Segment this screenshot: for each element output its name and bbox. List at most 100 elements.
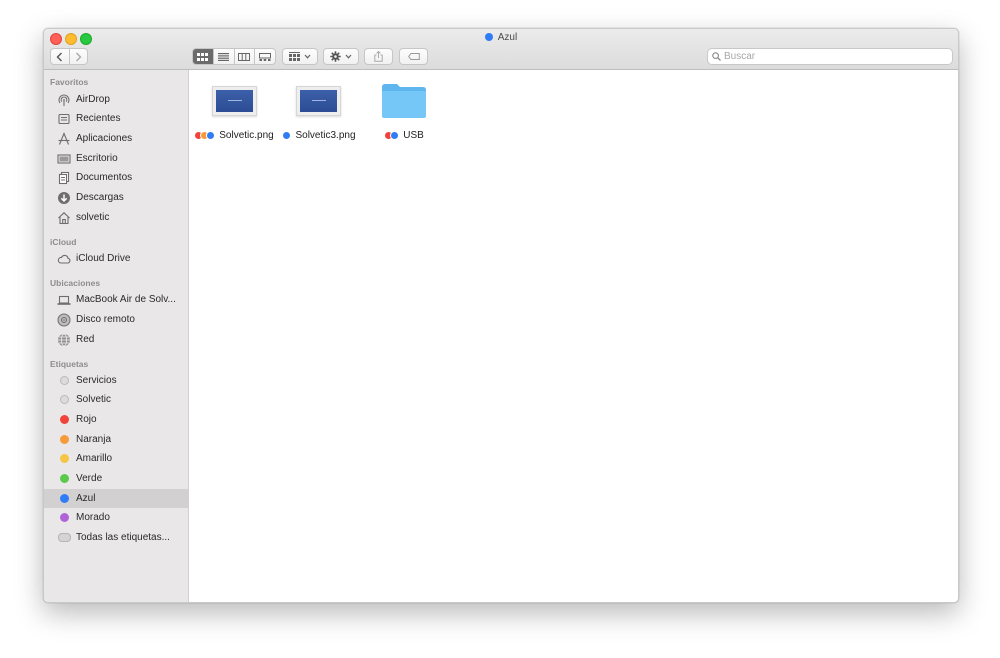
- title-bar: Azul: [44, 29, 958, 70]
- window-title-text: Azul: [497, 32, 518, 43]
- sidebar-item-recents[interactable]: Recientes: [44, 109, 189, 128]
- file-tags: [194, 131, 216, 140]
- sidebar-item-label: Azul: [76, 493, 96, 504]
- sidebar-tag-morado[interactable]: Morado: [44, 508, 189, 527]
- image-thumbnail: [212, 86, 257, 116]
- file-label: USB: [359, 130, 449, 141]
- sidebar-tag-solvetic[interactable]: Solvetic: [44, 390, 189, 409]
- sidebar-item-documents[interactable]: Documentos: [44, 168, 189, 187]
- downloads-icon: [57, 191, 71, 205]
- file-tags: [384, 131, 400, 140]
- sidebar-item-label: Recientes: [76, 113, 121, 124]
- sidebar-item-label: solvetic: [76, 212, 110, 223]
- sidebar-item-applications[interactable]: Aplicaciones: [44, 129, 189, 148]
- documents-icon: [57, 171, 71, 185]
- sidebar-item-icloud-drive[interactable]: iCloud Drive: [44, 249, 189, 268]
- sidebar-item-label: Amarillo: [76, 453, 113, 464]
- sidebar-item-label: Naranja: [76, 434, 112, 445]
- cloud-icon: [57, 252, 71, 266]
- laptop-icon: [57, 293, 71, 307]
- icon-view-icon: [197, 52, 209, 61]
- file-name: USB: [403, 130, 424, 141]
- edit-tags-button[interactable]: [399, 48, 428, 65]
- sidebar-item-label: Descargas: [76, 192, 124, 203]
- sidebar-item-label: Servicios: [76, 375, 117, 386]
- sidebar-item-remote-disc[interactable]: Disco remoto: [44, 310, 189, 329]
- sidebar-item-label: iCloud Drive: [76, 253, 131, 264]
- back-button[interactable]: [51, 49, 70, 64]
- sidebar-tag-azul[interactable]: Azul: [44, 489, 189, 508]
- list-view-icon: [218, 52, 230, 61]
- sidebar-item-label: Red: [76, 334, 95, 345]
- sidebar-item-desktop[interactable]: Escritorio: [44, 149, 189, 168]
- group-grid-icon: [289, 52, 300, 61]
- file-label: Solvetic3.png: [274, 130, 364, 141]
- sidebar-tag-amarillo[interactable]: Amarillo: [44, 449, 189, 468]
- file-label: Solvetic.png: [189, 130, 279, 141]
- folder-icon: [382, 84, 426, 118]
- section-title-locations: Ubicaciones: [50, 278, 101, 288]
- chevron-left-icon: [56, 52, 63, 61]
- sidebar: Favoritos AirDrop Recientes Aplicaciones: [44, 70, 189, 602]
- column-view-button[interactable]: [235, 49, 256, 64]
- list-view-button[interactable]: [214, 49, 235, 64]
- icon-view-button[interactable]: [193, 49, 214, 64]
- sidebar-item-airdrop[interactable]: AirDrop: [44, 90, 189, 109]
- column-view-icon: [238, 52, 251, 61]
- file-browser: Solvetic.png Solvetic3.png USB: [189, 70, 958, 602]
- sidebar-item-label: Rojo: [76, 414, 97, 425]
- search-field[interactable]: [707, 48, 953, 65]
- tag-dot-icon: [59, 474, 69, 483]
- gallery-view-button[interactable]: [255, 49, 275, 64]
- sidebar-item-macbook[interactable]: MacBook Air de Solv...: [44, 290, 189, 309]
- section-title-tags: Etiquetas: [50, 359, 89, 369]
- forward-button[interactable]: [70, 49, 88, 64]
- gallery-view-icon: [259, 52, 272, 61]
- network-icon: [57, 333, 71, 347]
- sidebar-item-label: Disco remoto: [76, 314, 135, 325]
- group-by-button[interactable]: [282, 48, 318, 65]
- sidebar-tag-rojo[interactable]: Rojo: [44, 410, 189, 429]
- recents-icon: [57, 112, 71, 126]
- sidebar-tag-naranja[interactable]: Naranja: [44, 430, 189, 449]
- tag-dot-icon: [59, 395, 69, 404]
- section-title-favorites: Favoritos: [50, 77, 89, 87]
- chevron-down-icon: [345, 54, 352, 59]
- tag-dot-icon: [59, 454, 69, 463]
- sidebar-tag-all-tags[interactable]: Todas las etiquetas...: [44, 528, 189, 547]
- sidebar-tag-servicios[interactable]: Servicios: [44, 371, 189, 390]
- sidebar-item-label: Documentos: [76, 172, 133, 183]
- home-icon: [57, 211, 71, 225]
- all-tags-icon: [57, 533, 71, 542]
- search-icon: [712, 52, 721, 61]
- tag-dot-icon: [59, 494, 69, 503]
- tag-dot-icon: [59, 435, 69, 444]
- file-name: Solvetic.png: [219, 130, 274, 141]
- sidebar-item-label: Escritorio: [76, 153, 118, 164]
- applications-icon: [57, 131, 71, 146]
- sidebar-item-downloads[interactable]: Descargas: [44, 188, 189, 207]
- image-thumbnail: [296, 86, 341, 116]
- share-button[interactable]: [364, 48, 393, 65]
- sidebar-item-label: Morado: [76, 512, 110, 523]
- desktop-icon: [57, 152, 71, 166]
- tag-icon: [407, 53, 420, 60]
- tag-dot-icon: [59, 513, 69, 522]
- sidebar-item-home[interactable]: solvetic: [44, 208, 189, 227]
- airdrop-icon: [57, 93, 71, 107]
- view-mode-control: [192, 48, 276, 65]
- chevron-down-icon: [304, 54, 311, 59]
- sidebar-tag-verde[interactable]: Verde: [44, 469, 189, 488]
- share-icon: [374, 51, 383, 62]
- sidebar-item-label: Solvetic: [76, 394, 112, 405]
- navigation-buttons: [50, 48, 88, 65]
- title-tag-dot: [484, 33, 493, 41]
- sidebar-item-label: AirDrop: [76, 94, 110, 105]
- file-name: Solvetic3.png: [295, 130, 356, 141]
- section-title-icloud: iCloud: [50, 237, 77, 247]
- search-input[interactable]: [724, 51, 944, 62]
- finder-window: Azul Buscar Favoritos AirDrop Recientes …: [43, 28, 959, 603]
- sidebar-item-label: Aplicaciones: [76, 133, 133, 144]
- action-menu-button[interactable]: [323, 48, 359, 65]
- sidebar-item-network[interactable]: Red: [44, 330, 189, 349]
